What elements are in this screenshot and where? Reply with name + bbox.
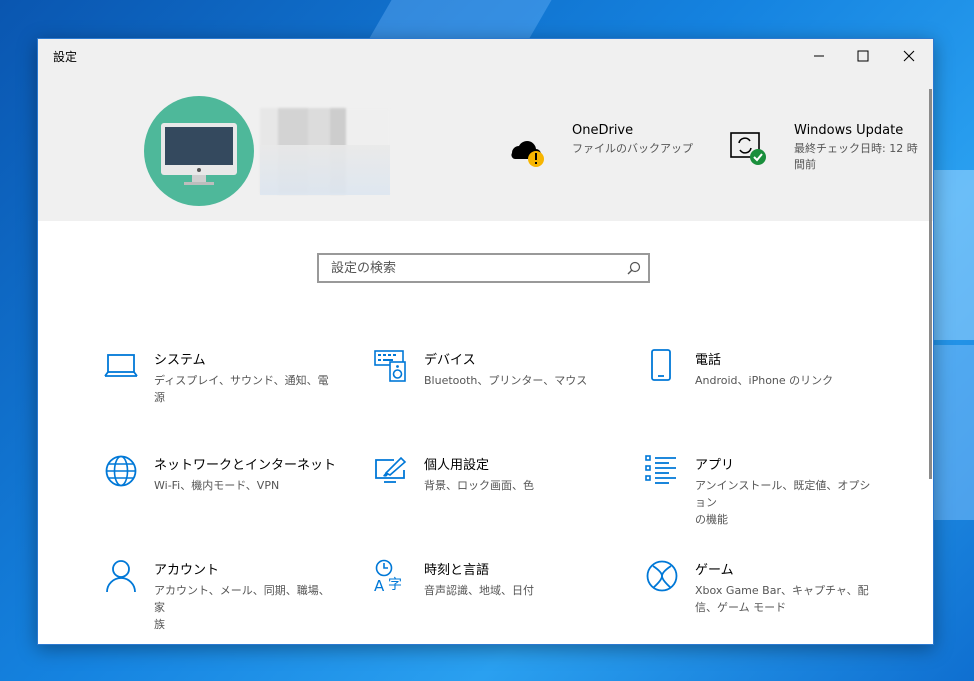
category-name: 電話 (695, 353, 722, 368)
onedrive-title: OneDrive (572, 123, 634, 138)
category-name: アプリ (695, 458, 735, 473)
category-desc: Xbox Game Bar、キャプチャ、配 (695, 584, 869, 597)
search-icon[interactable] (627, 261, 641, 275)
keyboard-speaker-icon (374, 350, 406, 382)
vertical-scrollbar[interactable] (929, 89, 932, 479)
category-network[interactable]: ネットワークとインターネット Wi-Fi、機内モード、VPN (104, 454, 337, 524)
category-desc-cont: 信、ゲーム モード (695, 601, 787, 614)
category-phone[interactable]: 電話 Android、iPhone のリンク (645, 349, 875, 419)
category-name: システム (154, 353, 206, 368)
category-name: 時刻と言語 (424, 563, 490, 578)
category-desc: 背景、ロック画面、色 (424, 479, 534, 492)
window-title: 設定 (53, 50, 78, 64)
user-avatar[interactable] (144, 96, 254, 206)
paint-brush-screen-icon (375, 456, 407, 483)
category-name: 個人用設定 (424, 458, 490, 473)
category-desc: Bluetooth、プリンター、マウス (424, 374, 588, 387)
laptop-icon (104, 354, 138, 377)
windows-update-title: Windows Update (794, 123, 904, 138)
title-bar[interactable]: 設定 (38, 39, 933, 73)
category-desc: 音声認識、地域、日付 (424, 584, 534, 597)
settings-search-box[interactable] (317, 253, 650, 283)
phone-icon (651, 349, 671, 381)
category-desc-cont: 族 (154, 618, 165, 631)
category-name: アカウント (154, 563, 220, 578)
onedrive-warning-icon (511, 141, 544, 167)
wallpaper-window-pane (930, 170, 974, 340)
category-desc: ディスプレイ、サウンド、通知、電源 (154, 374, 329, 404)
settings-window: 設定 OneDrive ファイルのバックアップ Windows Update 最… (37, 38, 934, 645)
onedrive-subtitle: ファイルのバックアップ (572, 142, 693, 155)
windows-update-subtitle: 最終チェック日時: 12 時 (794, 142, 918, 155)
maximize-icon (857, 50, 869, 62)
category-apps[interactable]: アプリ アンインストール、既定値、オプション の機能 (645, 454, 875, 526)
xbox-icon (646, 560, 678, 592)
category-name: デバイス (424, 353, 476, 368)
minimize-button[interactable] (796, 39, 842, 73)
windows-update-subtitle-cont: 間前 (794, 158, 816, 171)
category-desc: アンインストール、既定値、オプション (695, 479, 871, 509)
category-name: ゲーム (695, 563, 734, 578)
category-system[interactable]: システム ディスプレイ、サウンド、通知、電源 (104, 349, 334, 419)
globe-icon (105, 455, 137, 487)
search-input[interactable] (329, 259, 613, 277)
svg-text:字: 字 (388, 577, 402, 593)
category-gaming[interactable]: ゲーム Xbox Game Bar、キャプチャ、配 信、ゲーム モード (645, 559, 875, 629)
windows-update-ok-icon (730, 132, 766, 165)
computer-monitor-icon (161, 123, 237, 185)
category-accounts[interactable]: アカウント アカウント、メール、同期、職場、家 族 (104, 559, 334, 631)
svg-text:A: A (374, 577, 385, 593)
apps-list-icon (645, 455, 676, 484)
minimize-icon (814, 55, 824, 57)
settings-header: OneDrive ファイルのバックアップ Windows Update 最終チェ… (38, 73, 933, 221)
category-personalization[interactable]: 個人用設定 背景、ロック画面、色 (374, 454, 604, 524)
time-language-icon: A 字 (374, 559, 402, 593)
close-icon (903, 50, 915, 62)
category-desc-cont: の機能 (695, 513, 728, 526)
category-time-language[interactable]: A 字 時刻と言語 音声認識、地域、日付 (374, 559, 604, 629)
category-desc: アカウント、メール、同期、職場、家 (154, 584, 330, 614)
maximize-button[interactable] (840, 39, 886, 73)
close-button[interactable] (886, 39, 932, 73)
category-devices[interactable]: デバイス Bluetooth、プリンター、マウス (374, 349, 604, 419)
category-desc: Android、iPhone のリンク (695, 374, 834, 387)
account-email-blurred (260, 145, 390, 195)
wallpaper-window-pane (930, 345, 974, 520)
category-desc: Wi-Fi、機内モード、VPN (154, 479, 280, 492)
category-name: ネットワークとインターネット (154, 458, 337, 473)
person-icon (106, 560, 136, 593)
